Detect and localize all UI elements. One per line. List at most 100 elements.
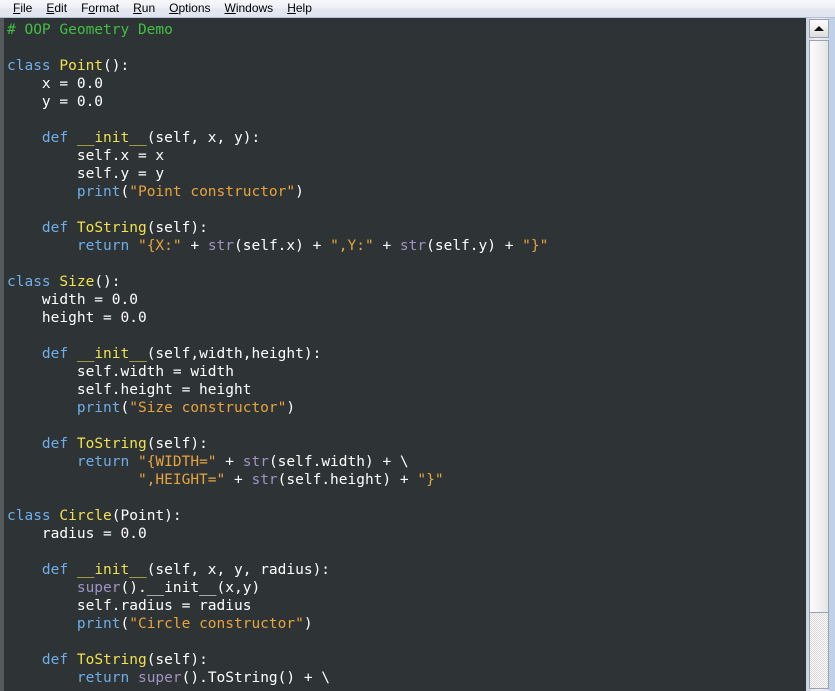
code-token-str: "}" xyxy=(417,472,444,488)
code-token-def xyxy=(7,616,77,632)
scroll-up-arrow-icon[interactable] xyxy=(809,19,829,38)
window-right-edge xyxy=(829,18,835,691)
code-token-def xyxy=(7,562,42,578)
code-token-def: y = 0.0 xyxy=(7,94,104,110)
code-token-cls: Circle xyxy=(59,508,112,524)
code-line: self.width = width xyxy=(7,363,806,381)
code-token-def: self.y = y xyxy=(7,166,165,182)
code-token-cls: __init__ xyxy=(76,346,147,362)
code-token-bui: str xyxy=(242,454,269,470)
code-token-bui: str xyxy=(207,238,235,254)
code-line: y = 0.0 xyxy=(7,93,806,111)
code-token-def: height = 0.0 xyxy=(7,310,147,326)
code-line: return "{X:" + str(self.x) + ",Y:" + str… xyxy=(7,237,806,255)
code-token-def: self.height = height xyxy=(7,382,252,398)
menu-item-format[interactable]: Format xyxy=(74,0,126,17)
code-token-def: + xyxy=(181,238,208,254)
code-token-def xyxy=(7,472,138,488)
code-token-cls: ToString xyxy=(76,652,147,668)
code-token-def: (self.y) + xyxy=(426,238,523,254)
menu-item-run[interactable]: Run xyxy=(126,0,162,17)
code-line: return "{WIDTH=" + str(self.width) + \ xyxy=(7,453,806,471)
menu-item-edit[interactable]: Edit xyxy=(39,0,74,17)
vertical-scrollbar[interactable] xyxy=(806,18,835,691)
code-token-str: "Circle constructor" xyxy=(129,616,304,632)
code-token-def xyxy=(68,346,77,362)
source-code-text[interactable]: # OOP Geometry Demo class Point(): x = 0… xyxy=(4,18,806,691)
code-token-def: (self.height) + xyxy=(277,472,418,488)
code-token-str: "Size constructor" xyxy=(129,400,287,416)
code-token-com: # OOP Geometry Demo xyxy=(7,22,173,38)
code-token-def: + xyxy=(225,472,252,488)
code-token-def xyxy=(7,184,77,200)
code-token-str: "{X:" xyxy=(137,238,182,254)
code-token-def xyxy=(7,238,77,254)
code-line: ",HEIGHT=" + str(self.height) + "}" xyxy=(7,471,806,489)
code-token-kw: def xyxy=(41,562,69,578)
code-line: def __init__(self, x, y): xyxy=(7,129,806,147)
code-line: print("Size constructor") xyxy=(7,399,806,417)
code-token-def: ().ToString() + \ xyxy=(181,670,331,686)
code-editor-area[interactable]: # OOP Geometry Demo class Point(): x = 0… xyxy=(0,18,806,691)
menu-item-windows[interactable]: Windows xyxy=(218,0,281,17)
code-token-def xyxy=(7,454,77,470)
menu-item-help[interactable]: Help xyxy=(280,0,319,17)
code-line: height = 0.0 xyxy=(7,309,806,327)
code-line: # OOP Geometry Demo xyxy=(7,21,806,39)
code-token-kw: class xyxy=(7,508,51,524)
code-token-def xyxy=(7,346,42,362)
code-token-kw: class xyxy=(7,58,51,74)
code-token-kw: def xyxy=(41,436,69,452)
code-line: def ToString(self): xyxy=(7,435,806,453)
code-token-def: ( xyxy=(120,616,130,632)
code-token-def xyxy=(7,400,77,416)
scrollbar-thumb[interactable] xyxy=(809,40,829,613)
code-token-cls: ToString xyxy=(76,220,147,236)
code-line: return super().ToString() + \ xyxy=(7,669,806,687)
code-token-def xyxy=(7,220,42,236)
code-token-def: (self.width) + \ xyxy=(268,454,409,470)
code-token-kw: def xyxy=(41,220,69,236)
code-token-cls: Point xyxy=(59,58,104,74)
code-token-def xyxy=(68,130,77,146)
code-token-def: (self): xyxy=(146,652,208,668)
code-token-kw: def xyxy=(41,652,69,668)
code-token-kw: class xyxy=(7,274,51,290)
code-token-def: (self,width,height): xyxy=(146,346,322,362)
code-line: def __init__(self, x, y, radius): xyxy=(7,561,806,579)
code-token-def: (self): xyxy=(146,220,208,236)
code-token-def xyxy=(68,220,77,236)
code-token-def: ().__init__(x,y) xyxy=(120,580,261,596)
code-line: x = 0.0 xyxy=(7,75,806,93)
code-token-def: ) xyxy=(303,616,313,632)
code-token-def xyxy=(129,454,138,470)
triangle-up-icon xyxy=(814,26,824,31)
code-line: self.x = x xyxy=(7,147,806,165)
code-token-bui: super xyxy=(137,670,182,686)
code-line: class Point(): xyxy=(7,57,806,75)
code-line: def ToString(self): xyxy=(7,651,806,669)
code-token-cls: Size xyxy=(59,274,95,290)
menu-item-options[interactable]: Options xyxy=(162,0,217,17)
code-token-def xyxy=(7,436,42,452)
menu-accelerator: H xyxy=(287,1,296,15)
code-line: width = 0.0 xyxy=(7,291,806,309)
menu-item-file[interactable]: File xyxy=(6,0,39,17)
code-token-fn: print xyxy=(76,616,121,632)
menu-accelerator: W xyxy=(224,1,236,15)
code-token-def: ) xyxy=(286,400,296,416)
menu-accelerator: R xyxy=(133,1,142,15)
code-line: print("Point constructor") xyxy=(7,183,806,201)
code-token-def: ) xyxy=(295,184,304,200)
code-token-def: + xyxy=(373,238,400,254)
code-token-cls: ToString xyxy=(76,436,147,452)
code-token-cls: __init__ xyxy=(76,562,147,578)
code-token-def: (Point): xyxy=(111,508,182,524)
code-line: def ToString(self): xyxy=(7,219,806,237)
code-token-str: ",Y:" xyxy=(330,238,374,254)
code-line: class Size(): xyxy=(7,273,806,291)
code-token-str: "}" xyxy=(522,238,549,254)
